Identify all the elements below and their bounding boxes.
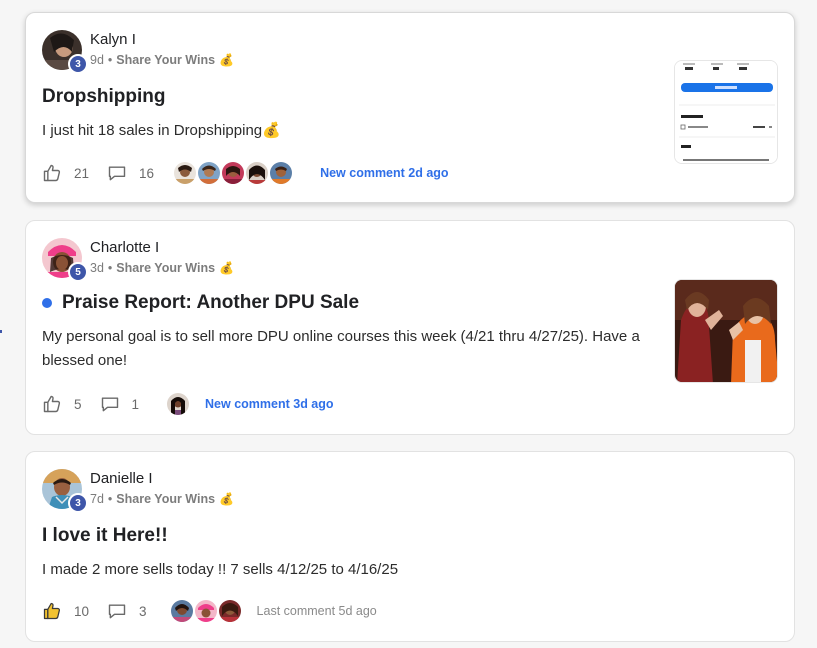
post-title[interactable]: I love it Here!! [42, 525, 168, 547]
post-card[interactable]: 5 Charlotte I 3d • Share Your Wins 💰 Pra… [25, 220, 795, 435]
money-bag-icon: 💰 [219, 492, 235, 506]
post-title[interactable]: Dropshipping [42, 86, 165, 108]
like-button[interactable]: 5 [42, 394, 82, 414]
speech-bubble-icon [107, 163, 127, 183]
comment-button[interactable]: 16 [107, 163, 154, 183]
commenter-avatar [168, 598, 195, 624]
comment-count: 1 [131, 396, 140, 412]
level-badge: 3 [68, 54, 88, 74]
post-actions: 21 16 New comment 2d ago [42, 160, 449, 186]
post-card[interactable]: 3 Danielle I 7d • Share Your Wins 💰 I lo… [25, 451, 795, 642]
meta-separator: • [107, 261, 113, 275]
unread-indicator [42, 298, 52, 308]
comment-count: 3 [139, 603, 147, 619]
like-count: 5 [74, 396, 82, 412]
commenter-avatar [192, 598, 219, 624]
post-title-text: I love it Here!! [42, 525, 168, 546]
like-button[interactable]: 10 [42, 601, 89, 621]
post-card[interactable]: 3 Kalyn I 9d • Share Your Wins 💰 Dropshi… [25, 12, 795, 203]
commenter-avatars[interactable] [172, 160, 295, 186]
commenter-avatar [244, 160, 271, 186]
new-comment-link[interactable]: New comment 3d ago [205, 397, 334, 411]
level-badge: 5 [68, 262, 88, 282]
category-link[interactable]: Share Your Wins [116, 53, 215, 67]
scroll-indicator [0, 330, 2, 333]
meta-separator: • [107, 492, 113, 506]
author-name[interactable]: Danielle I [90, 470, 153, 487]
commenter-avatar [268, 160, 295, 186]
money-bag-icon: 💰 [219, 53, 235, 67]
post-title-text: Dropshipping [42, 86, 166, 107]
author-name[interactable]: Kalyn I [90, 31, 136, 48]
post-attachment-thumbnail[interactable] [674, 279, 778, 383]
post-time: 9d [90, 53, 104, 67]
post-attachment-thumbnail[interactable] [674, 60, 778, 164]
post-meta: 9d • Share Your Wins 💰 [90, 53, 234, 67]
thumbs-up-icon [42, 394, 62, 414]
commenter-avatar [172, 160, 199, 186]
comment-button[interactable]: 3 [107, 601, 147, 621]
post-time: 7d [90, 492, 104, 506]
post-actions: 10 3 Last comment 5d ago [42, 598, 377, 624]
comment-count: 16 [139, 165, 155, 181]
commenter-avatar [216, 598, 243, 624]
comment-button[interactable]: 1 [100, 394, 140, 414]
post-title[interactable]: Praise Report: Another DPU Sale [42, 292, 359, 314]
like-button[interactable]: 21 [42, 163, 89, 183]
post-meta: 3d • Share Your Wins 💰 [90, 261, 234, 275]
last-comment-link[interactable]: Last comment 5d ago [257, 604, 377, 618]
post-body: I just hit 18 sales in Dropshipping💰 [42, 122, 281, 139]
post-title-text: Praise Report: Another DPU Sale [62, 292, 360, 313]
like-count: 10 [74, 603, 90, 619]
author-name[interactable]: Charlotte I [90, 239, 159, 256]
post-time: 3d [90, 261, 104, 275]
speech-bubble-icon [100, 394, 120, 414]
level-badge: 3 [68, 493, 88, 513]
money-bag-icon: 💰 [219, 261, 235, 275]
thumbs-up-icon [42, 163, 62, 183]
post-meta: 7d • Share Your Wins 💰 [90, 492, 234, 506]
post-actions: 5 1 New comment 3d ago [42, 391, 334, 417]
commenter-avatar [220, 160, 247, 186]
thumbs-up-icon [42, 601, 62, 621]
commenter-avatars[interactable] [165, 391, 192, 417]
new-comment-link[interactable]: New comment 2d ago [320, 166, 449, 180]
like-count: 21 [74, 165, 90, 181]
post-body: I made 2 more sells today !! 7 sells 4/1… [42, 561, 399, 578]
meta-separator: • [107, 53, 113, 67]
category-link[interactable]: Share Your Wins [116, 492, 215, 506]
commenter-avatars[interactable] [168, 598, 243, 624]
category-link[interactable]: Share Your Wins [116, 261, 215, 275]
post-body: My personal goal is to sell more DPU onl… [42, 328, 640, 369]
commenter-avatar [196, 160, 223, 186]
commenter-avatar [165, 391, 192, 417]
speech-bubble-icon [107, 601, 127, 621]
